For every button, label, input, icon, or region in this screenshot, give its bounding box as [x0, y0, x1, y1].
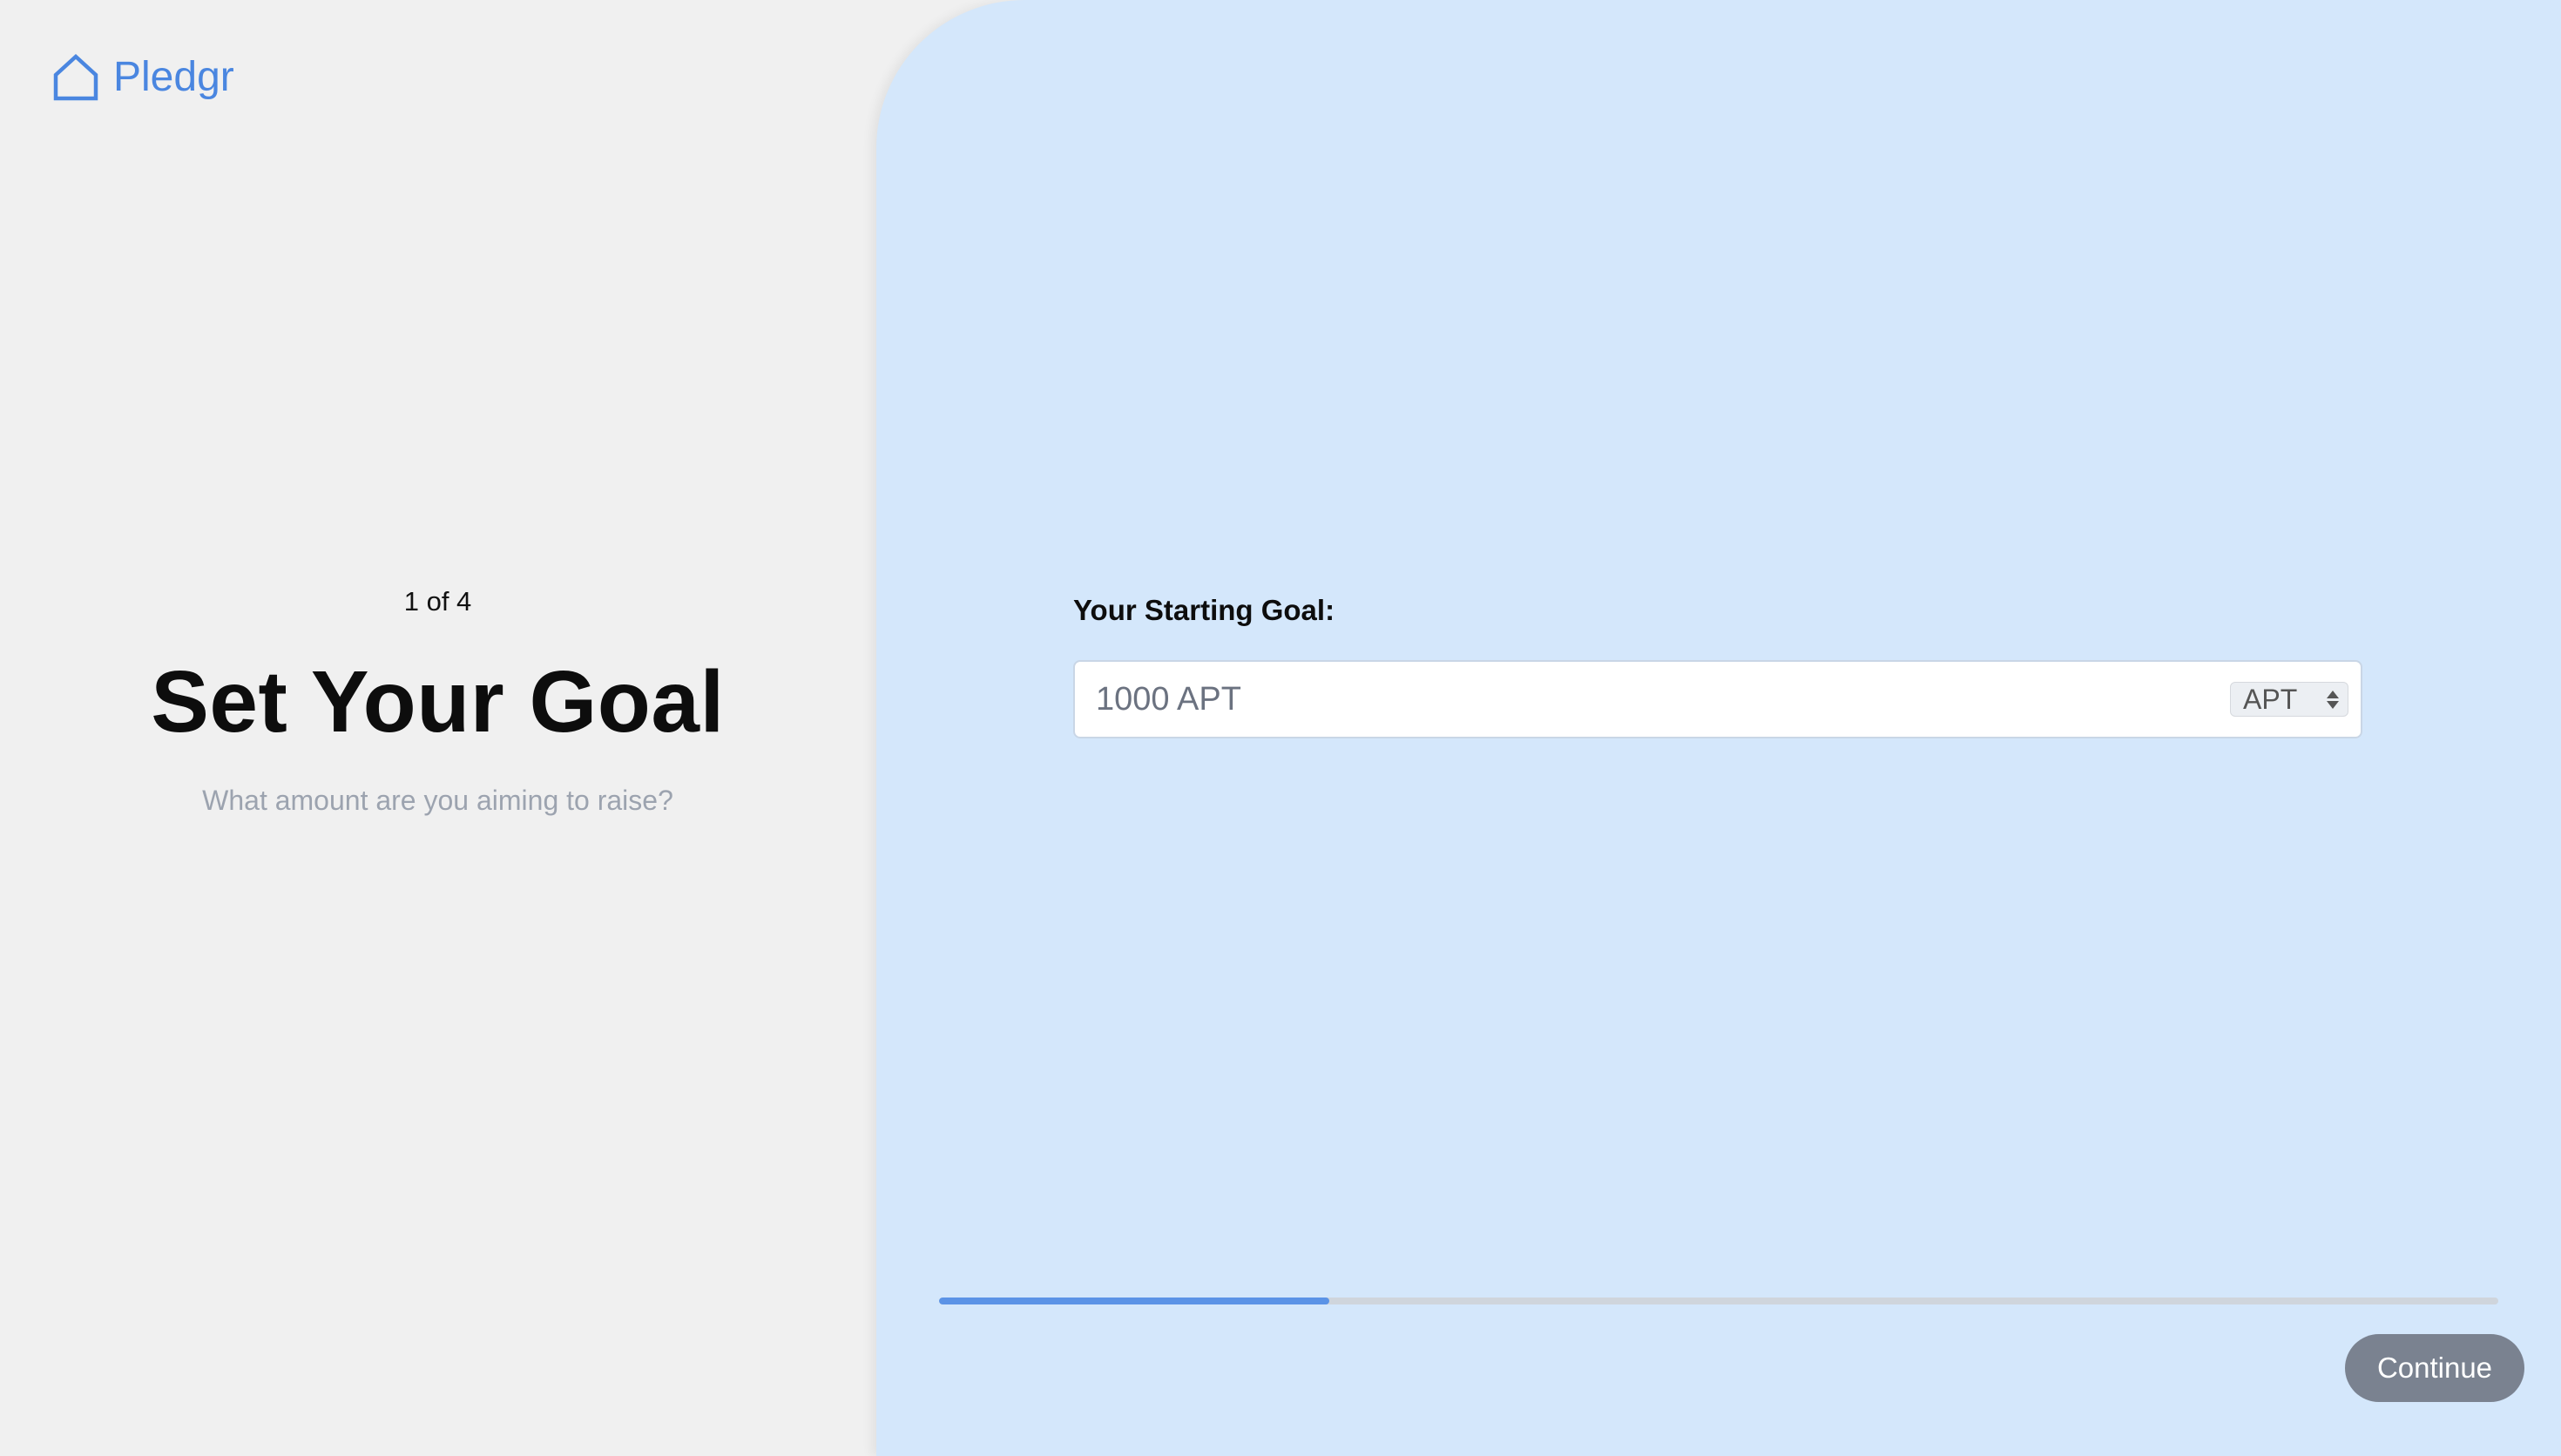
goal-label: Your Starting Goal: [1073, 594, 1335, 626]
progress-fill [939, 1298, 1329, 1304]
arrow-up-icon [2327, 690, 2339, 698]
goal-amount-input[interactable] [1075, 662, 2230, 737]
step-header: 1 of 4 Set Your Goal What amount are you… [0, 580, 875, 822]
arrow-down-icon [2327, 700, 2339, 709]
continue-button[interactable]: Continue [2345, 1334, 2524, 1402]
brand-link[interactable]: Pledgr [51, 52, 234, 103]
step-counter: 1 of 4 [403, 586, 472, 617]
page-subtitle: What amount are you aiming to raise? [202, 785, 673, 816]
home-icon [53, 53, 98, 101]
page-title: Set Your Goal [151, 653, 725, 751]
progress-bar [939, 1298, 2498, 1304]
left-panel: Pledgr 1 of 4 Set Your Goal What amount … [0, 0, 897, 1456]
currency-select[interactable]: APT [2230, 682, 2348, 717]
goal-field: APT [1073, 660, 2362, 738]
currency-selected-value: APT [2243, 684, 2298, 715]
right-panel: Your Starting Goal: APT Continue [876, 0, 2561, 1456]
brand-name: Pledgr [113, 54, 234, 100]
select-arrows-icon [2327, 690, 2339, 709]
